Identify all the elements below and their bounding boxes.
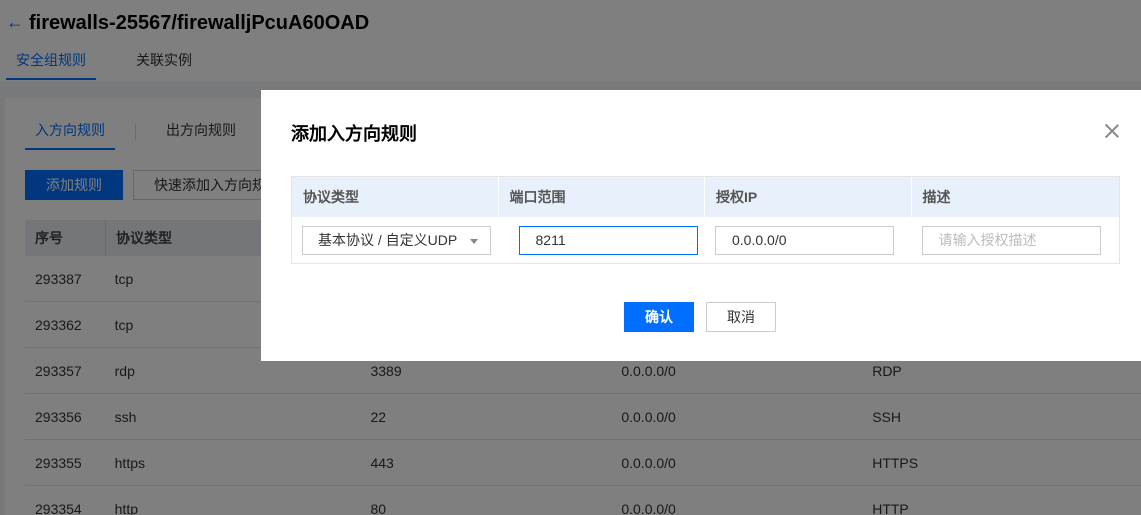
description-input[interactable]: 请输入授权描述 — [921, 225, 1101, 255]
column-header-authorized-ip: 授权IP — [705, 177, 912, 217]
ip-cell: 0.0.0.0/0 — [705, 225, 912, 255]
description-cell: 请输入授权描述 — [912, 225, 1120, 255]
protocol-select[interactable]: 基本协议 / 自定义UDP — [302, 225, 491, 255]
column-header-protocol-type: 协议类型 — [292, 177, 499, 217]
authorized-ip-input[interactable]: 0.0.0.0/0 — [715, 225, 894, 255]
port-cell: 8211 — [499, 225, 706, 255]
rule-form-row: 基本协议 / 自定义UDP 8211 0.0.0.0/0 请输入授权描述 — [292, 217, 1119, 263]
close-icon[interactable] — [1105, 124, 1119, 138]
rule-form-table: 协议类型 端口范围 授权IP 描述 基本协议 / 自定义UDP 8211 0.0… — [291, 176, 1120, 264]
add-inbound-rule-dialog: 添加入方向规则 协议类型 端口范围 授权IP 描述 基本协议 / 自定义UDP … — [261, 90, 1141, 361]
port-range-input[interactable]: 8211 — [518, 225, 698, 255]
dialog-title: 添加入方向规则 — [291, 124, 417, 144]
cancel-button[interactable]: 取消 — [706, 302, 776, 332]
column-header-description: 描述 — [922, 189, 951, 205]
confirm-button[interactable]: 确认 — [624, 302, 694, 332]
column-header-port-range: 端口范围 — [499, 177, 705, 217]
protocol-cell: 基本协议 / 自定义UDP — [292, 225, 499, 255]
rule-form-header: 协议类型 端口范围 授权IP 描述 — [292, 177, 1119, 217]
caret-down-icon — [470, 238, 478, 244]
protocol-select-value: 基本协议 / 自定义UDP — [318, 231, 458, 248]
